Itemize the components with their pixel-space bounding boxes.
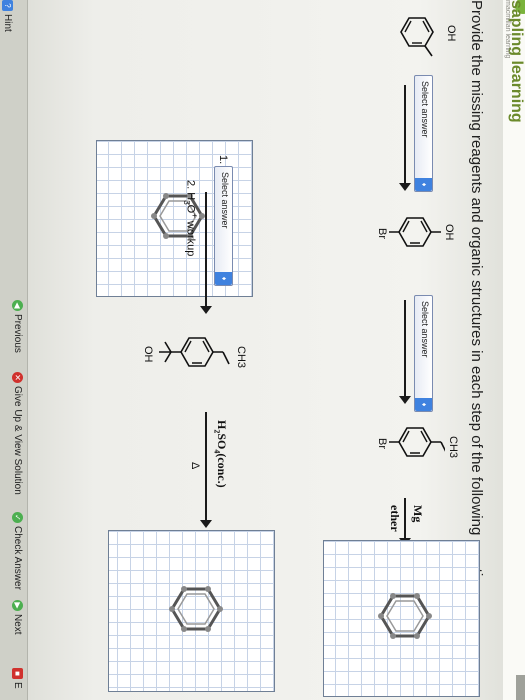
- step3-arrow: [205, 192, 207, 308]
- hint-icon: ?: [2, 0, 13, 11]
- step3-reagent-dropdown[interactable]: Select answer ♦: [214, 166, 233, 286]
- check-answer-button[interactable]: ✓ Check Answer: [12, 512, 23, 590]
- check-mark-icon: ✓: [12, 512, 23, 523]
- next-arrow-icon: ▶: [12, 600, 23, 611]
- step3-prefix: 1.: [217, 155, 229, 165]
- hint-button[interactable]: ? Hint: [2, 0, 13, 32]
- acid-h: H: [215, 420, 229, 430]
- benzene-template-icon: [169, 586, 223, 632]
- acid-so: SO: [215, 433, 229, 450]
- next-button[interactable]: ▶ Next: [12, 600, 23, 635]
- previous-label: Previous: [11, 314, 23, 353]
- benzene-template-icon: [378, 593, 432, 639]
- h3o-part-2: O: [184, 204, 197, 214]
- alcohol-oh-label: OH: [142, 346, 154, 363]
- give-up-x-icon: ✕: [12, 372, 23, 383]
- bromoanisole-br-label: Br: [376, 438, 388, 449]
- step1-dropdown-text: Select answer: [420, 81, 430, 138]
- structure-drawing-canvas-1[interactable]: [323, 540, 480, 697]
- step3-dropdown-text: Select answer: [220, 172, 230, 229]
- previous-arrow-icon: ◀: [12, 300, 23, 311]
- next-label: Next: [11, 614, 23, 635]
- dropdown-chevron-icon: ♦: [215, 272, 232, 285]
- heat-delta-label: Δ: [189, 462, 201, 470]
- header-corner-button[interactable]: [516, 675, 525, 700]
- h3o-part-1: 2. H: [184, 180, 197, 201]
- step2-dropdown-text: Select answer: [420, 301, 430, 358]
- dropdown-chevron-icon: ♦: [415, 178, 432, 191]
- screen: sapling learning macmillan learning Prov…: [0, 0, 525, 700]
- alcohol-ch3-label: CH3: [235, 346, 247, 369]
- acid-conc: (conc.): [215, 453, 229, 488]
- exit-button[interactable]: ■E: [12, 668, 23, 689]
- step2-reagent-dropdown[interactable]: Select answer ♦: [414, 295, 433, 412]
- check-answer-label: Check Answer: [11, 526, 23, 590]
- rotated-page: sapling learning macmillan learning Prov…: [0, 0, 525, 700]
- step2-arrow: [404, 300, 406, 398]
- h3o-part-3: workup: [184, 217, 197, 257]
- exit-label: E: [11, 682, 23, 689]
- phenol-oh-label: OH: [445, 25, 457, 42]
- give-up-button[interactable]: ✕ Give Up & View Solution: [12, 372, 23, 495]
- bromophenol-br-label: Br: [376, 228, 388, 239]
- previous-button[interactable]: ◀ Previous: [12, 300, 23, 353]
- give-up-label: Give Up & View Solution: [11, 386, 23, 495]
- bromophenol-oh-label: OH: [443, 224, 455, 241]
- h3o-workup-label: 2. H3O+ workup: [182, 180, 199, 256]
- tertiary-alcohol-structure: [159, 337, 230, 367]
- step1-reagent-dropdown[interactable]: Select answer ♦: [414, 75, 433, 192]
- structure-drawing-canvas-3[interactable]: [108, 530, 275, 692]
- brand-tagline: macmillan learning: [504, 0, 511, 59]
- grignard-arrow: [404, 498, 406, 540]
- exit-icon: ■: [12, 668, 23, 679]
- phenol-structure: [400, 17, 434, 57]
- hint-label: Hint: [1, 14, 13, 32]
- grignard-reagent-bottom: ether: [388, 505, 402, 532]
- bromoanisole-ch3-label: CH3: [447, 436, 459, 459]
- grignard-reagent-top: Mg: [411, 505, 425, 523]
- step1-arrow: [404, 85, 406, 185]
- acid-reagent-label: H2SO4(conc.): [213, 420, 229, 488]
- step4-arrow: [205, 412, 207, 522]
